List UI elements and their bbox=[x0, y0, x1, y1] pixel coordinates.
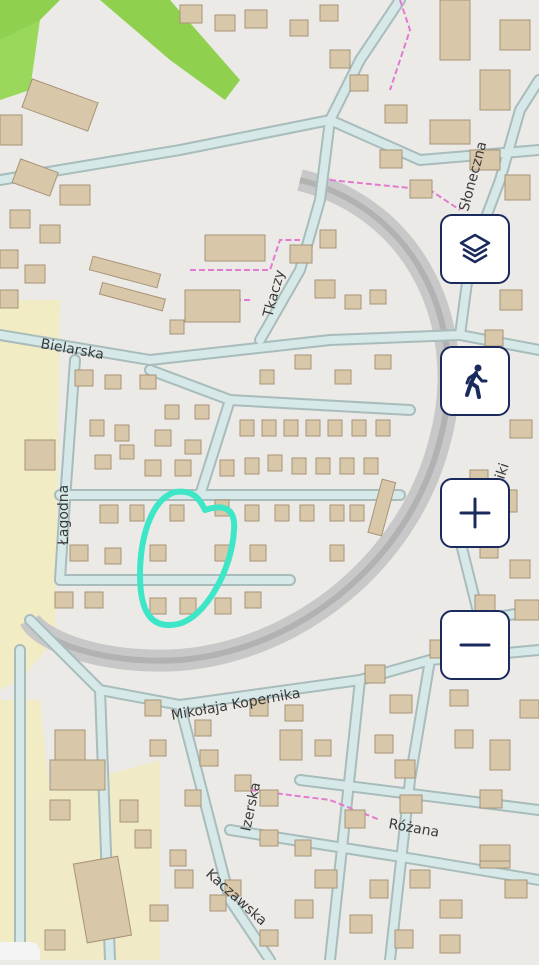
layers-icon bbox=[455, 229, 495, 269]
minus-icon bbox=[455, 625, 495, 665]
layers-button[interactable] bbox=[440, 214, 510, 284]
street-label-lagodna: Łagodna bbox=[56, 485, 72, 546]
walk-button[interactable] bbox=[440, 346, 510, 416]
pedestrian-icon bbox=[455, 361, 495, 401]
zoom-out-button[interactable] bbox=[440, 610, 510, 680]
plus-icon bbox=[455, 493, 495, 533]
zoom-in-button[interactable] bbox=[440, 478, 510, 548]
attribution-tab bbox=[0, 942, 40, 960]
